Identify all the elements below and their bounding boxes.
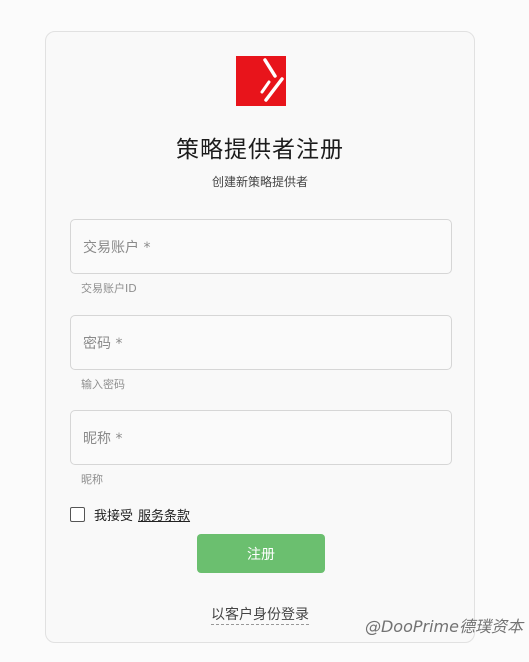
account-helper: 交易账户ID bbox=[81, 282, 137, 295]
nickname-helper: 昵称 bbox=[81, 473, 103, 486]
terms-label: 我接受 bbox=[94, 509, 134, 524]
page: 策略提供者注册 创建新策略提供者 交易账户 * 交易账户ID 密码 * 输入密码… bbox=[0, 0, 529, 662]
brand-logo bbox=[236, 56, 286, 106]
customer-login-link[interactable]: 以客户身份登录 bbox=[211, 607, 309, 625]
register-button[interactable]: 注册 bbox=[197, 534, 325, 573]
terms-checkbox[interactable] bbox=[70, 507, 85, 522]
terms-link[interactable]: 服务条款 bbox=[138, 505, 190, 524]
account-field[interactable]: 交易账户 * bbox=[70, 219, 452, 274]
registration-card: 策略提供者注册 创建新策略提供者 交易账户 * 交易账户ID 密码 * 输入密码… bbox=[45, 31, 475, 643]
password-helper: 输入密码 bbox=[81, 378, 125, 391]
page-subtitle: 创建新策略提供者 bbox=[211, 175, 308, 189]
nickname-placeholder: 昵称 * bbox=[83, 430, 123, 447]
password-placeholder: 密码 * bbox=[83, 335, 123, 352]
watermark: @DooPrime德璞资本 bbox=[364, 617, 523, 636]
password-field[interactable]: 密码 * bbox=[70, 315, 452, 370]
page-title: 策略提供者注册 bbox=[176, 137, 344, 163]
terms-row: 我接受 服务条款 bbox=[70, 505, 190, 524]
nickname-field[interactable]: 昵称 * bbox=[70, 410, 452, 465]
account-placeholder: 交易账户 * bbox=[83, 239, 151, 256]
